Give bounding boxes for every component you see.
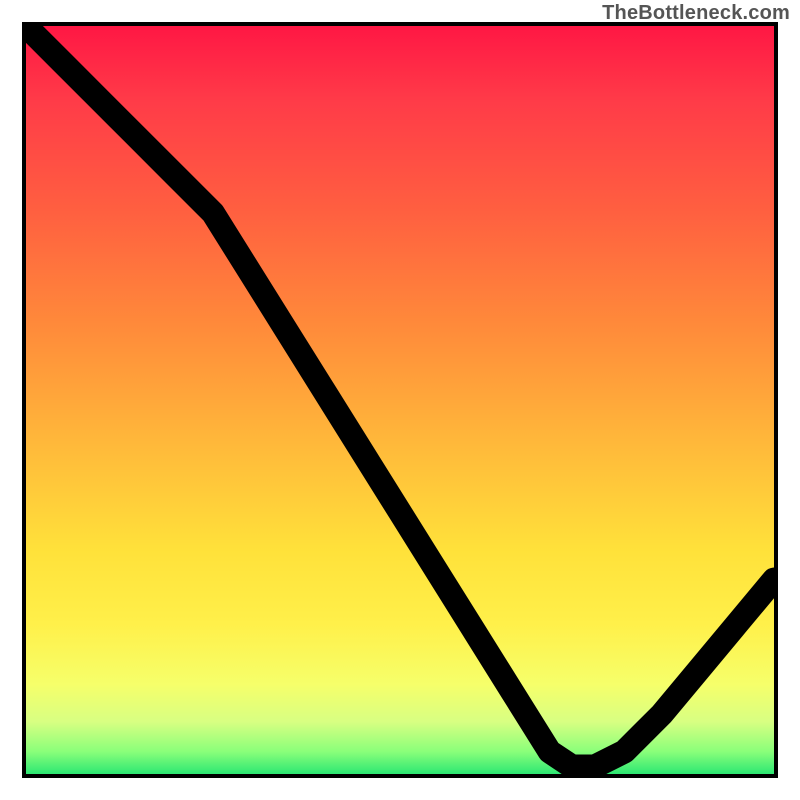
plot-area [22, 22, 778, 778]
chart-container: TheBottleneck.com [0, 0, 800, 800]
bottleneck-curve [26, 26, 774, 767]
curve-layer [26, 26, 774, 774]
